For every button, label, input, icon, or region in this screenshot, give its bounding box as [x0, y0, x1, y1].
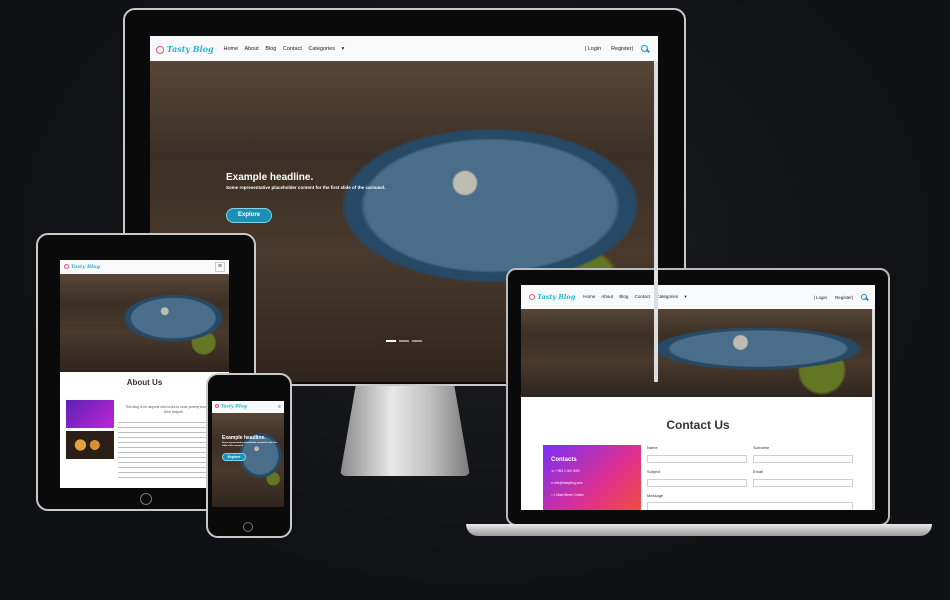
location-icon: ⌂ [551, 493, 553, 497]
phone-icon: ☏ [551, 469, 555, 473]
register-link[interactable]: Register| [611, 46, 633, 52]
hero-headline: Example headline. [222, 435, 266, 441]
hero-caption: Example headline. Some representative pl… [226, 172, 426, 223]
nav-about[interactable]: About [244, 46, 258, 52]
laptop-scrollbar[interactable] [872, 309, 875, 510]
name-field[interactable] [647, 455, 747, 463]
surname-label: Surname [753, 445, 770, 450]
email-label: Email [753, 469, 764, 474]
contact-address: ⌂ 1 Main Street, Dublin [551, 493, 584, 497]
desktop-navbar: Tasty Blog Home About Blog Contact Categ… [150, 36, 658, 61]
brand-logo[interactable]: Tasty Blog [215, 404, 247, 410]
hamburger-icon[interactable]: ≡ [278, 404, 281, 410]
search-icon[interactable] [861, 294, 867, 300]
laptop-base [466, 524, 932, 536]
nav-links: Home About Blog Contact Categories ▾ [224, 46, 355, 52]
register-link[interactable]: Register| [835, 295, 853, 300]
login-link[interactable]: | Login [814, 295, 827, 300]
contact-info-card: Contacts ☏ +353 1 000 0000 ✉ info@tastyb… [543, 445, 641, 510]
nav-home[interactable]: Home [224, 46, 239, 52]
tablet-navbar: Tasty Blog ≡ [60, 260, 229, 274]
nav-categories[interactable]: Categories ▾ [656, 294, 691, 299]
device-mockup-stage: Tasty Blog Home About Blog Contact Categ… [0, 0, 950, 600]
contact-email[interactable]: ✉ info@tastyblog.com [551, 481, 641, 485]
desktop-scrollbar[interactable] [654, 61, 658, 382]
monitor-stand [340, 386, 470, 476]
contact-phone: ☏ +353 1 000 0000 [551, 469, 580, 473]
contact-card-title: Contacts [551, 457, 577, 463]
laptop-screen: Tasty Blog Home About Blog Contact Categ… [521, 285, 875, 510]
laptop-navbar: Tasty Blog Home About Blog Contact Categ… [521, 285, 875, 309]
nav-categories[interactable]: Categories ▾ [308, 46, 349, 52]
email-field[interactable] [753, 479, 853, 487]
phone-home-button [243, 522, 253, 532]
subject-label: Subject [647, 469, 661, 474]
hamburger-icon[interactable]: ≡ [214, 262, 225, 272]
mail-icon: ✉ [551, 481, 554, 485]
hero-headline: Example headline. [226, 172, 314, 183]
explore-button[interactable]: Explore [222, 453, 246, 461]
phone-hero-caption: Example headline. Some representative pl… [222, 435, 282, 461]
message-label: Message [647, 493, 664, 498]
carousel-indicators[interactable] [386, 340, 422, 342]
about-food-tile [66, 431, 114, 459]
explore-button[interactable]: Explore [226, 208, 272, 223]
nav-about[interactable]: About [601, 294, 613, 299]
contact-form: Name Surname Subject Email Message [647, 445, 853, 510]
about-logo-tile [66, 400, 114, 428]
contact-banner-image [521, 309, 875, 397]
search-icon[interactable] [641, 45, 648, 52]
nav-links: Home About Blog Contact Categories ▾ [583, 294, 696, 300]
logo-icon [215, 404, 219, 409]
contact-title: Contact Us [666, 418, 730, 432]
logo-icon [64, 264, 69, 269]
nav-home[interactable]: Home [583, 294, 595, 299]
tablet-hero-image [60, 274, 229, 372]
chevron-down-icon: ▾ [684, 294, 687, 299]
name-label: Name [647, 445, 658, 450]
phone-screen: Tasty Blog ≡ Example headline. Some repr… [212, 401, 284, 507]
surname-field[interactable] [753, 455, 853, 463]
nav-blog[interactable]: Blog [619, 294, 628, 299]
message-field[interactable] [647, 502, 853, 510]
hero-subtext: Some representative placeholder content … [222, 442, 278, 447]
phone-navbar: Tasty Blog ≡ [212, 401, 284, 413]
nav-contact[interactable]: Contact [635, 294, 651, 299]
brand-logo[interactable]: Tasty Blog [156, 44, 214, 54]
tablet-home-button [140, 493, 152, 505]
hero-subtext: Some representative placeholder content … [226, 185, 386, 190]
chevron-down-icon: ▾ [341, 45, 345, 52]
nav-blog[interactable]: Blog [265, 46, 276, 52]
subject-field[interactable] [647, 479, 747, 487]
tablet-screen: Tasty Blog ≡ About Us This blog is for a… [60, 260, 229, 488]
nav-contact[interactable]: Contact [283, 46, 302, 52]
logo-icon [529, 294, 535, 300]
logo-icon [156, 45, 164, 54]
brand-logo[interactable]: Tasty Blog [529, 293, 575, 301]
about-title: About Us [126, 378, 163, 387]
brand-logo[interactable]: Tasty Blog [64, 264, 100, 270]
login-link[interactable]: | Login [585, 46, 601, 52]
